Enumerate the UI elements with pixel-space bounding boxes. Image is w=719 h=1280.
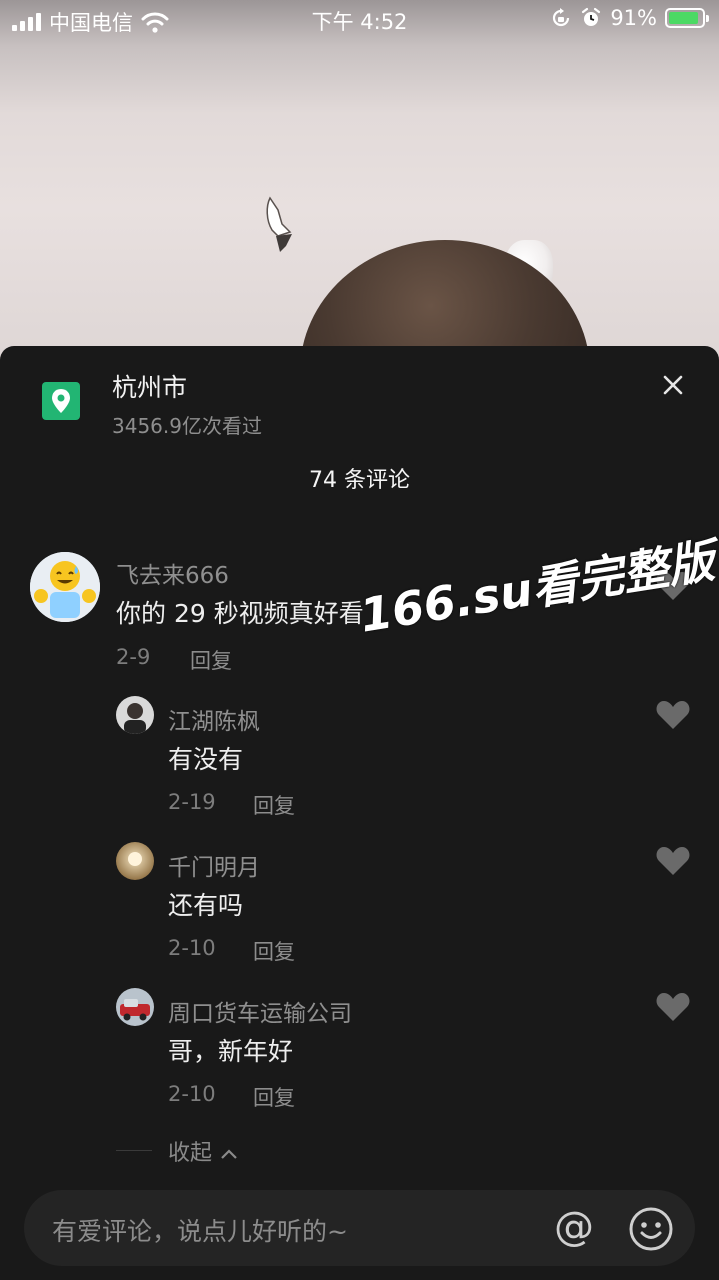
wall-fixture-image xyxy=(266,196,292,252)
video-background[interactable] xyxy=(0,0,719,380)
avatar[interactable] xyxy=(116,988,154,1026)
collapse-divider xyxy=(116,1150,152,1151)
alarm-icon xyxy=(582,7,601,26)
battery-percent: 91% xyxy=(610,6,657,30)
close-button[interactable] xyxy=(656,368,690,402)
comment-count: 74 条评论 xyxy=(309,468,410,493)
comment-text: 哥，新年好 xyxy=(168,1037,294,1066)
like-heart-icon[interactable] xyxy=(655,991,691,1023)
comment-text: 还有吗 xyxy=(168,891,244,920)
collapse-replies-button[interactable]: 收起 xyxy=(168,1135,239,1167)
collapse-label: 收起 xyxy=(168,1141,213,1166)
battery-icon xyxy=(665,8,709,28)
comment-username[interactable]: 千门明月 xyxy=(168,848,260,882)
comment-date: 2-10 xyxy=(168,936,216,960)
rotation-lock-icon xyxy=(553,8,570,27)
chevron-up-icon xyxy=(221,1149,237,1159)
location-title[interactable]: 杭州市 xyxy=(112,368,187,404)
like-heart-icon[interactable] xyxy=(655,845,691,877)
truck-avatar-icon xyxy=(116,988,154,1026)
status-right: 91% xyxy=(550,6,709,30)
avatar[interactable] xyxy=(116,696,154,734)
warm-avatar-icon xyxy=(116,842,154,880)
man-avatar-icon xyxy=(116,696,154,734)
avatar[interactable] xyxy=(116,842,154,880)
comment-username[interactable]: 飞去来666 xyxy=(116,556,229,590)
comment-input[interactable]: 有爱评论，说点儿好听的~ xyxy=(52,1212,348,1248)
location-views: 3456.9亿次看过 xyxy=(112,414,262,438)
like-heart-icon[interactable] xyxy=(655,699,691,731)
comment-date: 2-10 xyxy=(168,1082,216,1106)
emoji-avatar-icon xyxy=(30,552,100,622)
reply-button[interactable]: 回复 xyxy=(253,936,295,966)
comment-username[interactable]: 周口货车运输公司 xyxy=(168,994,352,1028)
comment-date: 2-19 xyxy=(168,790,216,814)
comment-input-bar[interactable]: 有爱评论，说点儿好听的~ @ xyxy=(24,1190,695,1266)
reply-button[interactable]: 回复 xyxy=(253,790,295,820)
avatar[interactable] xyxy=(30,552,100,622)
reply-button[interactable]: 回复 xyxy=(190,645,232,675)
reply-button[interactable]: 回复 xyxy=(253,1082,295,1112)
comment-username[interactable]: 江湖陈枫 xyxy=(168,702,260,736)
mention-button[interactable]: @ xyxy=(554,1204,594,1250)
comment-text: 你的 29 秒视频真好看 xyxy=(116,599,364,628)
comment-date: 2-9 xyxy=(116,645,151,669)
location-pin-icon xyxy=(42,382,80,420)
status-bar: 中国电信 下午 4:52 91% xyxy=(0,0,719,40)
comment-text: 有没有 xyxy=(168,745,244,774)
emoji-icon[interactable] xyxy=(628,1206,674,1252)
close-icon xyxy=(663,375,683,395)
battery-fill xyxy=(669,12,699,24)
